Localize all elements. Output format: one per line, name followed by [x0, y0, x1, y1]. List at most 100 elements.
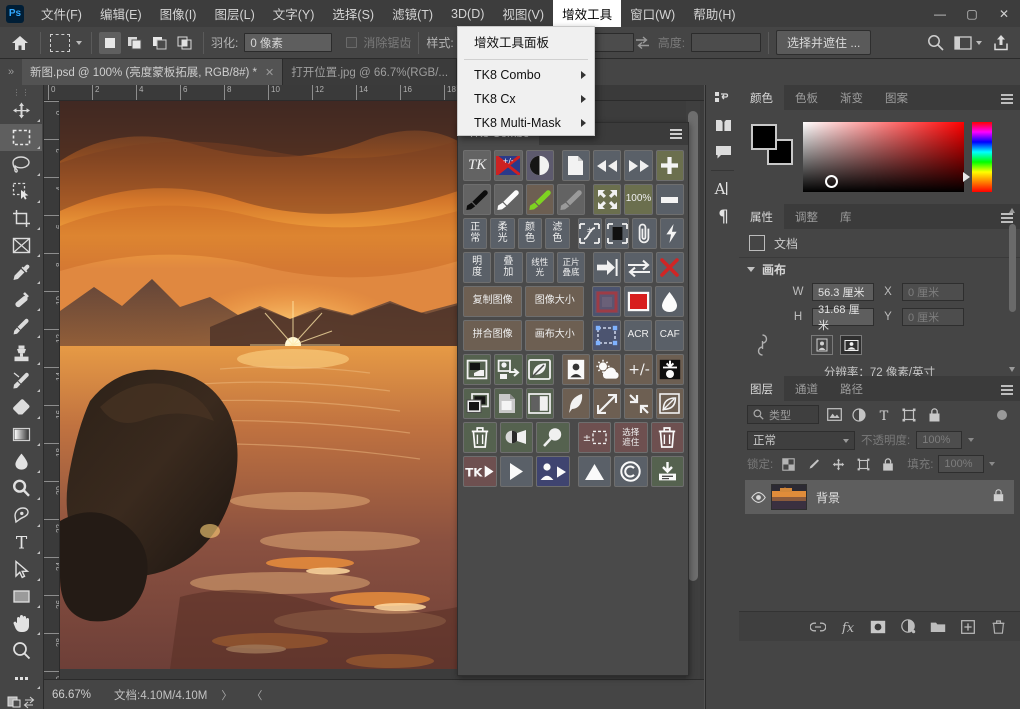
layer-filter-type-select[interactable]: 类型 — [747, 405, 819, 424]
share-icon[interactable] — [992, 34, 1010, 52]
hue-slider-handle[interactable] — [963, 172, 970, 182]
properties-scrollbar[interactable] — [1008, 208, 1017, 372]
menu-item-plugins-panel[interactable]: 增效工具面板 — [458, 27, 594, 56]
tk8-button-TK[interactable]: TK — [463, 456, 497, 487]
tab-通道[interactable]: 通道 — [784, 376, 829, 401]
tab-调整[interactable]: 调整 — [784, 204, 829, 229]
frame-tool[interactable] — [0, 232, 42, 259]
canvas-y-input[interactable]: 0 厘米 — [902, 308, 964, 326]
search-icon[interactable] — [926, 34, 944, 52]
link-dimensions-icon[interactable] — [757, 334, 768, 359]
page-icon[interactable] — [562, 150, 590, 181]
character-icon[interactable]: A — [706, 175, 740, 202]
new-selection-button[interactable] — [99, 32, 121, 54]
intersect-selection-button[interactable] — [174, 32, 196, 54]
plus-icon[interactable] — [656, 150, 684, 181]
foreground-color-swatch[interactable] — [751, 124, 777, 150]
chevron-down-icon[interactable] — [968, 438, 974, 442]
pixel-filter-icon[interactable] — [824, 405, 844, 425]
close-button[interactable]: ✕ — [988, 0, 1020, 27]
half-circle-icon[interactable] — [526, 150, 554, 181]
hue-slider[interactable] — [972, 122, 992, 192]
color-picker-handle[interactable] — [825, 175, 838, 188]
layer-visibility-icon[interactable] — [745, 492, 771, 503]
brush-tool[interactable] — [0, 313, 42, 340]
clip-icon[interactable] — [632, 218, 656, 249]
layer-corner-icon[interactable] — [463, 354, 491, 385]
panel-menu-icon[interactable] — [1001, 385, 1013, 397]
trash-icon[interactable] — [463, 422, 497, 453]
x-red-icon[interactable] — [656, 252, 684, 283]
arrow-expand-icon[interactable] — [593, 388, 621, 419]
new-layer-icon[interactable] — [960, 619, 976, 635]
height-input[interactable] — [691, 33, 761, 52]
menu-1[interactable]: 编辑(E) — [91, 0, 151, 27]
new-adjustment-icon[interactable] — [900, 619, 916, 635]
expand-arrows-icon[interactable] — [593, 184, 621, 215]
tk8-button-选择遮住[interactable]: 选择遮住 — [614, 422, 648, 453]
history-brush-tool[interactable] — [0, 367, 42, 394]
fill-input[interactable]: 100% — [938, 455, 984, 473]
delete-layer-icon[interactable] — [990, 619, 1006, 635]
type-tool[interactable]: T — [0, 529, 42, 556]
feather-icon[interactable] — [562, 388, 590, 419]
status-arrows[interactable]: 〉 〈 — [221, 687, 270, 703]
fastforward-icon[interactable] — [624, 150, 652, 181]
antialias-checkbox[interactable] — [346, 37, 357, 48]
subtract-from-selection-button[interactable] — [149, 32, 171, 54]
chevron-down-icon[interactable] — [989, 462, 995, 466]
scrollbar-thumb[interactable] — [688, 111, 698, 581]
tab-渐变[interactable]: 渐变 — [829, 85, 874, 110]
layers-stack-icon[interactable] — [463, 388, 491, 419]
copyright-icon[interactable] — [614, 456, 648, 487]
crop-tool[interactable] — [0, 205, 42, 232]
shape-filter-icon[interactable] — [899, 405, 919, 425]
arrow-into-icon[interactable] — [593, 252, 621, 283]
quick-mask-toggle[interactable] — [0, 691, 42, 709]
tab-路径[interactable]: 路径 — [829, 376, 874, 401]
play-icon[interactable] — [500, 456, 534, 487]
menu-11[interactable]: 帮助(H) — [684, 0, 744, 27]
tab-属性[interactable]: 属性 — [739, 204, 784, 229]
portrait-icon[interactable] — [562, 354, 590, 385]
lock-position-icon[interactable] — [828, 454, 848, 474]
fx-icon[interactable]: fx — [840, 619, 856, 635]
document-tab-0[interactable]: 新图.psd @ 100% (亮度蒙板拓展, RGB/8#) *✕ — [22, 59, 283, 85]
layer-move-icon[interactable] — [494, 354, 522, 385]
menu-10[interactable]: 窗口(W) — [621, 0, 684, 27]
red-square-soft-icon[interactable] — [592, 286, 621, 317]
scroll-down-arrow[interactable] — [1009, 367, 1015, 372]
type-filter-icon[interactable]: T — [874, 405, 894, 425]
menu-item-tk8-cx[interactable]: TK8 Cx — [458, 87, 594, 111]
toolbar-grip[interactable]: ⋮⋮ — [0, 87, 43, 97]
menu-6[interactable]: 滤镜(T) — [383, 0, 442, 27]
zoom-level[interactable]: 66.67% — [44, 689, 104, 701]
chevron-down-icon[interactable] — [747, 267, 755, 272]
droplet-icon[interactable] — [655, 286, 684, 317]
rectangle-tool[interactable] — [0, 583, 42, 610]
swap-icon[interactable] — [634, 34, 652, 52]
path-selection-tool[interactable] — [0, 556, 42, 583]
select-and-mask-button[interactable]: 选择并遮住 ... — [776, 30, 871, 55]
mask-black-icon[interactable] — [605, 218, 629, 249]
menu-8[interactable]: 视图(V) — [493, 0, 553, 27]
close-icon[interactable]: ✕ — [265, 66, 274, 79]
lock-image-icon[interactable] — [803, 454, 823, 474]
mask-preview-icon[interactable] — [500, 422, 534, 453]
hand-tool[interactable] — [0, 610, 42, 637]
eyedropper-tool[interactable] — [0, 259, 42, 286]
tk8-button-颜色[interactable]: 颜色 — [518, 218, 542, 249]
triangle-icon[interactable] — [578, 456, 612, 487]
tk8-button-ACR[interactable]: ACR — [624, 320, 653, 351]
add-mask-icon[interactable] — [870, 619, 886, 635]
zoom-tool[interactable] — [0, 637, 42, 664]
menu-2[interactable]: 图像(I) — [151, 0, 206, 27]
color-panel-body[interactable] — [739, 110, 1020, 204]
filter-toggle-icon[interactable] — [997, 410, 1007, 420]
feather-input[interactable]: 0 像素 — [244, 33, 332, 52]
chevron-double-right-icon[interactable]: » — [0, 59, 22, 85]
move-tool[interactable] — [0, 97, 42, 124]
tk8-button-滤色[interactable]: 滤色 — [545, 218, 569, 249]
tk8-button-画布大小[interactable]: 画布大小 — [525, 320, 584, 351]
document-tab-1[interactable]: 打开位置.jpg @ 66.7%(RGB/... — [283, 59, 457, 85]
